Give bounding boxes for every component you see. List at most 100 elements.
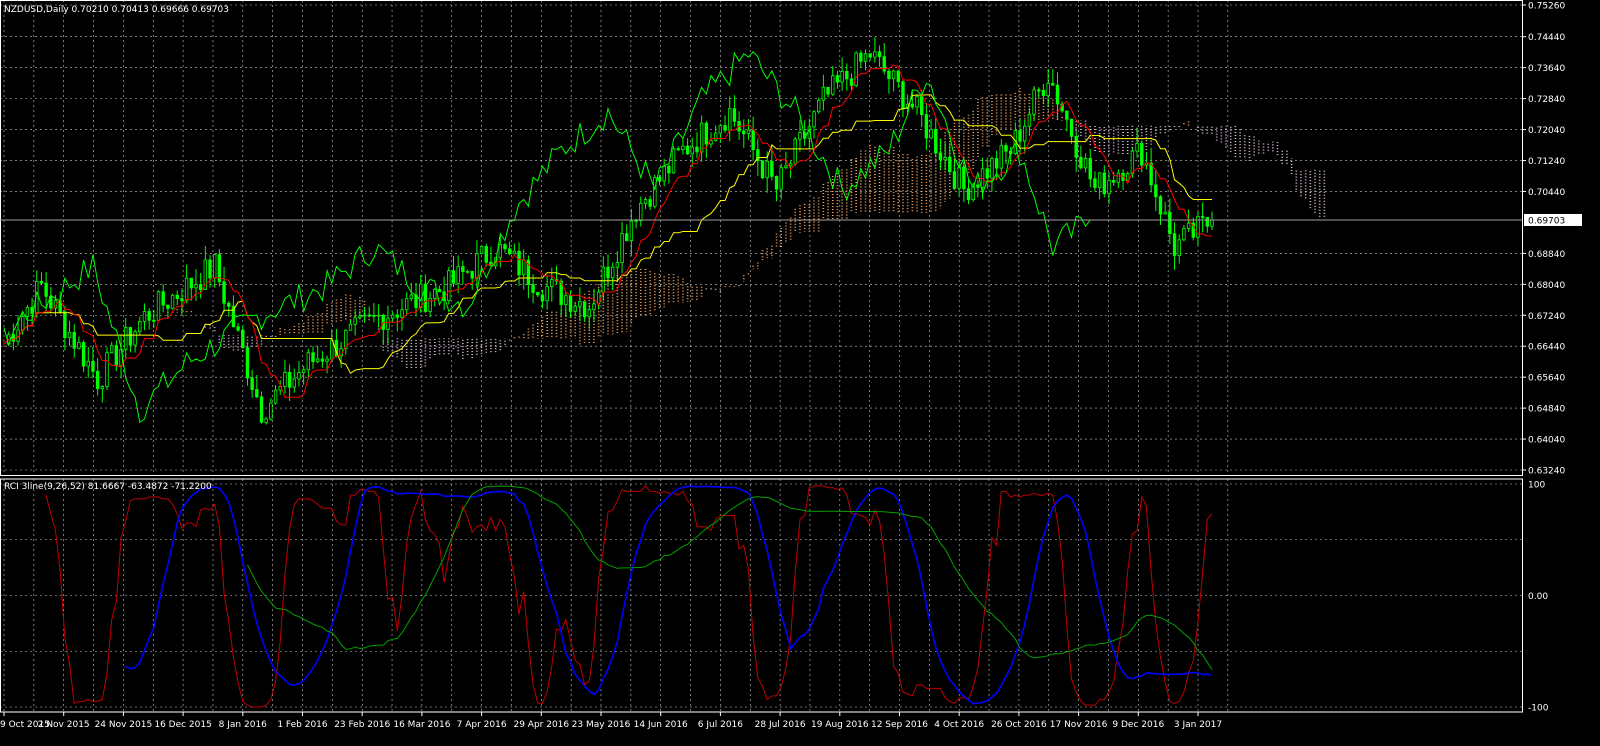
candle-body xyxy=(891,70,896,80)
candle-body xyxy=(1182,228,1186,241)
candle-body xyxy=(732,108,737,122)
candle-body xyxy=(536,292,540,296)
candle-body xyxy=(451,270,456,284)
candle-body xyxy=(404,298,409,311)
candle-body xyxy=(1032,89,1036,115)
candle-body xyxy=(194,284,198,289)
candle-body xyxy=(676,148,680,151)
candle-body xyxy=(1027,113,1032,127)
candle-body xyxy=(948,156,952,173)
candle-body xyxy=(475,253,479,279)
candle-body xyxy=(212,254,217,279)
candle-body xyxy=(241,329,245,349)
candle-body xyxy=(966,188,971,201)
candle-body xyxy=(620,233,624,264)
candle-body xyxy=(507,248,512,255)
time-tick-label: 12 Sep 2016 xyxy=(871,720,928,730)
candle-body xyxy=(128,327,133,346)
candle-body xyxy=(409,294,414,300)
candle-body xyxy=(269,402,273,420)
candle-body xyxy=(264,418,268,423)
candle-body xyxy=(634,220,638,222)
candle-body xyxy=(91,360,95,372)
price-tick-label: 0.72840 xyxy=(1528,95,1565,105)
candle-body xyxy=(1051,83,1055,86)
rci-tick-label: 100 xyxy=(1528,481,1545,491)
candle-body xyxy=(447,270,451,302)
time-tick-label: 3 Jan 2017 xyxy=(1174,720,1222,730)
rci-tick-label: -100 xyxy=(1528,704,1549,714)
candle-body xyxy=(625,233,629,242)
candle-body xyxy=(1111,180,1116,183)
price-tick-label: 0.64040 xyxy=(1528,436,1565,446)
rci-indicator-header: RCI 3line(9,26,52) 81.6667 -63.4872 -71.… xyxy=(4,482,212,492)
candle-body xyxy=(147,311,151,321)
candle-body xyxy=(1055,84,1060,105)
candle-body xyxy=(671,148,676,174)
candle-body xyxy=(770,160,774,177)
candle-body xyxy=(367,314,371,317)
candle-body xyxy=(273,389,278,404)
candle-body xyxy=(550,279,554,288)
candle-body xyxy=(601,266,606,293)
candle-body xyxy=(503,244,507,250)
candle-body xyxy=(245,347,250,379)
rci-tick-label: 0.00 xyxy=(1528,592,1548,602)
candle-body xyxy=(920,96,924,115)
candle-body xyxy=(395,314,400,318)
candle-body xyxy=(718,125,723,134)
candle-body xyxy=(578,301,582,307)
candle-body xyxy=(227,302,231,307)
candle-body xyxy=(1018,130,1022,142)
candle-body xyxy=(479,246,484,254)
candle-body xyxy=(1168,211,1172,234)
candle-body xyxy=(784,165,788,169)
candle-body xyxy=(840,70,844,83)
candle-body xyxy=(868,53,872,58)
candle-body xyxy=(976,184,980,188)
candle-body xyxy=(1149,162,1153,186)
candle-body xyxy=(1135,143,1139,152)
current-price-label: 0.69703 xyxy=(1528,216,1565,226)
candle-body xyxy=(564,295,568,305)
time-tick-label: 1 Feb 2016 xyxy=(277,720,328,730)
candle-body xyxy=(952,171,957,189)
candle-body xyxy=(484,246,488,263)
candle-body xyxy=(728,108,732,131)
candle-body xyxy=(166,304,170,309)
candle-body xyxy=(259,396,264,423)
candle-body xyxy=(1172,233,1177,256)
candle-body xyxy=(901,81,905,109)
time-tick-label: 7 Apr 2016 xyxy=(457,720,507,730)
candle-body xyxy=(816,99,821,113)
candle-body xyxy=(1093,178,1097,188)
candle-body xyxy=(1065,110,1069,120)
candle-body xyxy=(587,309,591,318)
candle-body xyxy=(1107,180,1111,195)
candle-body xyxy=(1126,173,1130,181)
candle-body xyxy=(667,165,671,174)
candle-body xyxy=(896,70,900,83)
candle-body xyxy=(208,259,212,279)
candle-body xyxy=(1046,83,1050,97)
candle-body xyxy=(582,301,587,318)
candle-body xyxy=(1004,145,1008,152)
candle-body xyxy=(522,259,526,276)
candle-body xyxy=(915,96,919,108)
candle-body xyxy=(831,75,835,95)
chart-background xyxy=(0,0,1600,746)
mt4-chart-window[interactable]: 0.75260 0.74440 0.73640 0.72840 0.72040 0.712… xyxy=(0,0,1600,746)
price-tick-label: 0.75260 xyxy=(1528,2,1565,12)
candle-body xyxy=(545,286,549,302)
candle-body xyxy=(184,277,189,302)
candle-body xyxy=(376,314,381,317)
candle-body xyxy=(386,317,390,330)
candle-body xyxy=(1116,172,1121,183)
candle-body xyxy=(648,199,652,207)
candle-body xyxy=(81,342,86,367)
candle-body xyxy=(681,145,685,150)
candle-body xyxy=(629,220,634,242)
candle-body xyxy=(142,311,147,322)
candle-body xyxy=(877,51,882,58)
candle-body xyxy=(297,372,301,380)
